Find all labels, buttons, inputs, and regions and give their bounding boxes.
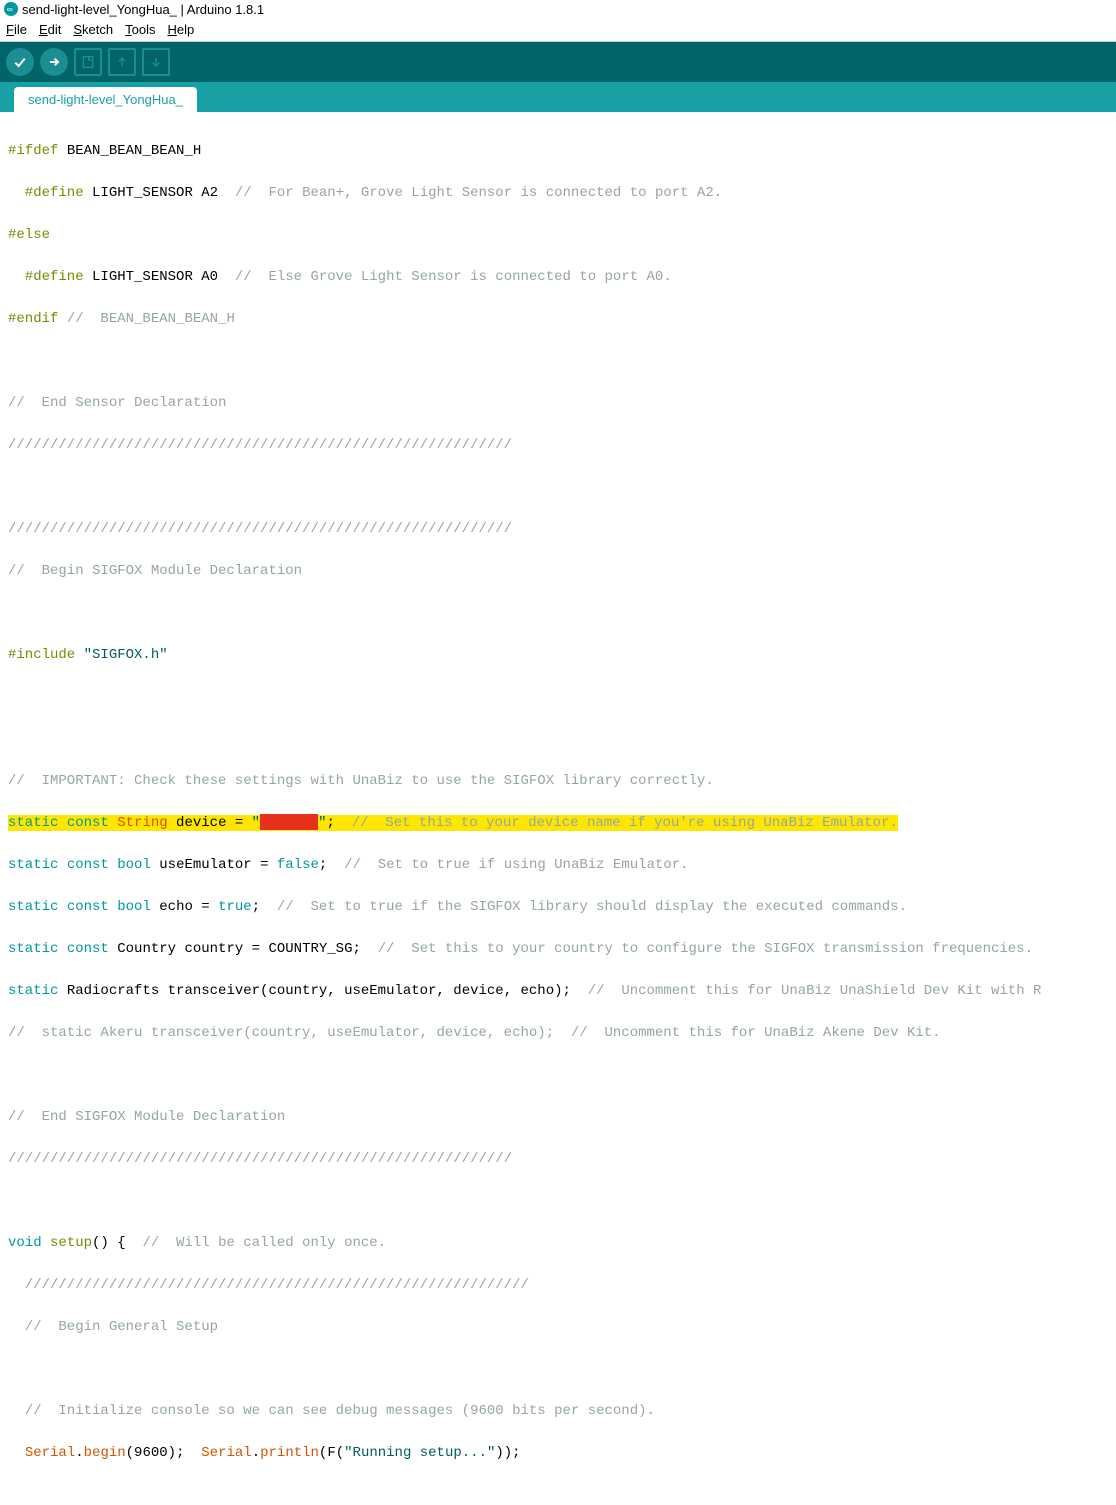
code-text: static — [8, 941, 58, 957]
menu-tools[interactable]: Tools — [125, 22, 155, 37]
code-text: ////////////////////////////////////////… — [8, 521, 512, 537]
code-text: void — [8, 1235, 42, 1251]
code-text: // Else Grove Light Sensor is connected … — [235, 269, 672, 285]
menu-file[interactable]: File — [6, 22, 27, 37]
code-text: )); — [495, 1445, 520, 1461]
menu-help[interactable]: Help — [167, 22, 194, 37]
code-text: static — [8, 899, 58, 915]
code-text: // For Bean+, Grove Light Sensor is conn… — [235, 185, 722, 201]
menu-sketch[interactable]: Sketch — [73, 22, 113, 37]
code-text: const — [58, 899, 108, 915]
code-text: LIGHT_SENSOR A2 — [84, 185, 235, 201]
code-text: // Set this to your device name if you'r… — [352, 815, 898, 831]
code-text: echo = — [151, 899, 218, 915]
code-text — [8, 1445, 25, 1461]
toolbar — [0, 42, 1116, 82]
code-text: String — [109, 815, 168, 831]
code-text: static — [8, 815, 58, 831]
code-text: const — [58, 815, 108, 831]
code-text: // static Akeru transceiver(country, use… — [8, 1025, 941, 1041]
svg-text:∞: ∞ — [7, 5, 13, 14]
code-text: // Begin General Setup — [8, 1319, 218, 1335]
code-text: // Begin SIGFOX Module Declaration — [8, 563, 302, 579]
code-text: (F( — [319, 1445, 344, 1461]
code-text: // IMPORTANT: Check these settings with … — [8, 773, 714, 789]
code-text: // End SIGFOX Module Declaration — [8, 1109, 285, 1125]
code-text: Radiocrafts transceiver(country, useEmul… — [58, 983, 587, 999]
tab-sketch[interactable]: send-light-level_YongHua_ — [14, 87, 197, 112]
code-text: () { — [92, 1235, 142, 1251]
open-sketch-button[interactable] — [108, 48, 136, 76]
code-text: "Running setup..." — [344, 1445, 495, 1461]
code-text: ; — [326, 815, 351, 831]
code-text: " — [252, 815, 260, 831]
code-text: "SIGFOX.h" — [75, 647, 167, 663]
highlighted-line: static const String device = " "; // Set … — [8, 815, 898, 831]
code-text: true — [218, 899, 252, 915]
code-text: bool — [109, 899, 151, 915]
tab-label: send-light-level_YongHua_ — [28, 92, 183, 107]
code-text: ////////////////////////////////////////… — [8, 1151, 512, 1167]
code-text: // Initialize console so we can see debu… — [8, 1403, 655, 1419]
code-text: // Set to true if using UnaBiz Emulator. — [344, 857, 688, 873]
code-text: . — [252, 1445, 260, 1461]
code-editor[interactable]: #ifdef BEAN_BEAN_BEAN_H #define LIGHT_SE… — [0, 112, 1116, 1505]
code-text: false — [277, 857, 319, 873]
code-text: static — [8, 857, 58, 873]
code-text: . — [75, 1445, 83, 1461]
code-text: // BEAN_BEAN_BEAN_H — [58, 311, 234, 327]
code-text: useEmulator = — [151, 857, 277, 873]
new-sketch-button[interactable] — [74, 48, 102, 76]
code-text: static — [8, 983, 58, 999]
upload-button[interactable] — [40, 48, 68, 76]
menubar: File Edit Sketch Tools Help — [0, 18, 1116, 42]
window-titlebar: ∞ send-light-level_YongHua_ | Arduino 1.… — [0, 0, 1116, 18]
code-text: const — [58, 941, 108, 957]
code-text: setup — [42, 1235, 92, 1251]
code-text: ; — [319, 857, 344, 873]
code-text: #ifdef — [8, 143, 58, 159]
code-text: // Uncomment this for UnaBiz UnaShield D… — [588, 983, 1042, 999]
code-text: Serial — [25, 1445, 75, 1461]
code-text: Serial — [201, 1445, 251, 1461]
code-text: LIGHT_SENSOR A0 — [84, 269, 235, 285]
code-text: // Will be called only once. — [142, 1235, 386, 1251]
code-text: // Set to true if the SIGFOX library sho… — [277, 899, 907, 915]
code-text: #endif — [8, 311, 58, 327]
code-text: (9600); — [126, 1445, 202, 1461]
code-text: #else — [8, 227, 50, 243]
code-text: ; — [252, 899, 277, 915]
redaction-overlay — [260, 814, 318, 830]
code-text: BEAN_BEAN_BEAN_H — [58, 143, 201, 159]
code-text: const — [58, 857, 108, 873]
code-text: ////////////////////////////////////////… — [8, 437, 512, 453]
code-text: // End Sensor Declaration — [8, 395, 226, 411]
code-text: Country country = COUNTRY_SG; — [109, 941, 378, 957]
window-title: send-light-level_YongHua_ | Arduino 1.8.… — [22, 2, 264, 17]
code-text: begin — [84, 1445, 126, 1461]
arduino-logo-icon: ∞ — [4, 2, 18, 16]
code-text: #include — [8, 647, 75, 663]
code-text: device = — [168, 815, 252, 831]
code-text: // Set this to your country to configure… — [378, 941, 1033, 957]
tab-bar: send-light-level_YongHua_ — [0, 82, 1116, 112]
code-text: bool — [109, 857, 151, 873]
code-text: #define — [8, 185, 84, 201]
code-text: " — [318, 815, 326, 831]
save-sketch-button[interactable] — [142, 48, 170, 76]
code-text: #define — [8, 269, 84, 285]
verify-button[interactable] — [6, 48, 34, 76]
code-text: println — [260, 1445, 319, 1461]
code-text: ////////////////////////////////////////… — [8, 1277, 529, 1293]
menu-edit[interactable]: Edit — [39, 22, 61, 37]
